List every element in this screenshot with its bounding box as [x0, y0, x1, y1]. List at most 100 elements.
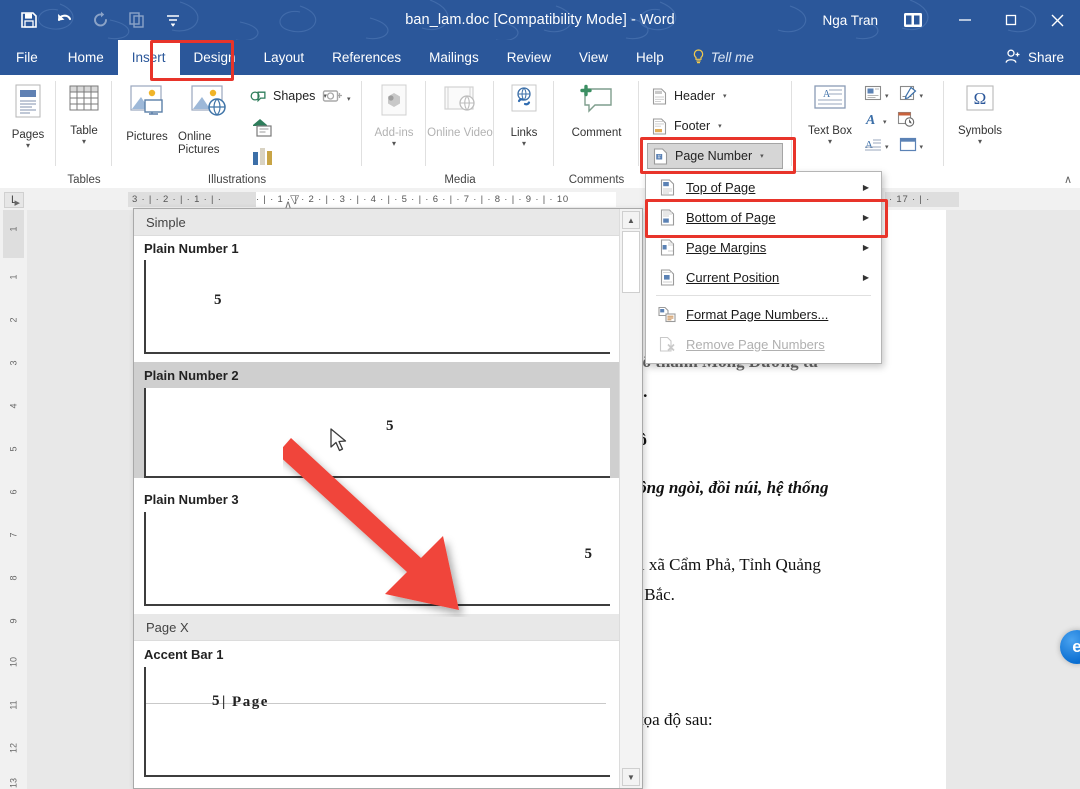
preview-page-number: 5 [584, 546, 593, 562]
text-box-button[interactable]: A Text Box ▾ [802, 75, 858, 146]
menu-item-bottom-of-page[interactable]: Bottom of Page ▶ [646, 202, 881, 232]
page-number-button[interactable]: # Page Number ▾ [647, 143, 783, 169]
submenu-arrow-icon: ▶ [862, 212, 869, 222]
add-ins-caret-icon[interactable]: ▾ [392, 140, 396, 148]
gallery-item-preview: 5 [144, 260, 610, 354]
menu-item-page-margins[interactable]: Page Margins ▶ [646, 232, 881, 262]
tell-me-box[interactable]: Tell me [678, 40, 768, 75]
page-number-caret-icon[interactable]: ▾ [760, 152, 764, 160]
preview-page-number: 5 [386, 418, 394, 434]
menu-item-top-of-page[interactable]: Top of Page ▶ [646, 172, 881, 202]
ribbon-display-options-icon[interactable] [896, 0, 930, 40]
close-button[interactable] [1034, 0, 1080, 40]
quick-parts-caret-icon[interactable]: ▾ [885, 92, 889, 100]
share-label: Share [1027, 50, 1064, 65]
gallery-item-plain-number-3[interactable]: Plain Number 3 5 [134, 486, 620, 606]
quick-parts-button[interactable]: ▾ [864, 85, 889, 106]
icons-button[interactable] [246, 113, 327, 143]
lightbulb-icon [692, 48, 705, 67]
tab-help[interactable]: Help [622, 40, 678, 75]
share-button[interactable]: Share [997, 49, 1080, 67]
chart-button[interactable] [246, 143, 327, 169]
gallery-item-plain-number-1[interactable]: Plain Number 1 5 [134, 236, 620, 354]
tab-home[interactable]: Home [54, 40, 118, 75]
document-line: , sông ngòi, đồi núi, hệ thống [623, 478, 829, 497]
remove-page-numbers-icon [656, 335, 678, 354]
drop-cap-button[interactable]: A ▾ [864, 137, 889, 157]
online-video-button[interactable]: Online Video [426, 75, 494, 140]
tab-review[interactable]: Review [493, 40, 565, 75]
pictures-button[interactable]: Pictures [118, 75, 176, 144]
tab-references[interactable]: References [318, 40, 415, 75]
collapse-ribbon-button[interactable]: ∧ [1064, 173, 1072, 186]
object-button[interactable]: ▾ [899, 137, 924, 157]
links-caret-icon[interactable]: ▾ [522, 140, 526, 148]
page-number-icon: # [652, 147, 669, 165]
add-ins-button[interactable]: Add-ins ▾ [362, 75, 426, 148]
date-time-button[interactable] [897, 111, 915, 132]
table-button[interactable]: Table ▾ [56, 75, 112, 146]
minimize-button[interactable] [942, 0, 988, 40]
gallery-item-plain-number-2[interactable]: Plain Number 2 5 [134, 362, 620, 478]
tab-layout[interactable]: Layout [250, 40, 319, 75]
tab-mailings[interactable]: Mailings [415, 40, 493, 75]
gallery-item-label: Accent Bar 1 [144, 646, 224, 662]
menu-item-current-position[interactable]: Current Position ▶ [646, 262, 881, 292]
gallery-item-preview: 5 [144, 512, 610, 606]
screenshot-button[interactable]: ▾ [322, 87, 351, 110]
footer-button[interactable]: Footer ▾ [647, 113, 787, 139]
pages-caret-icon[interactable]: ▾ [26, 142, 30, 150]
page-number-gallery[interactable]: Simple Plain Number 1 5 Plain Number 2 5… [133, 208, 643, 789]
ribbon-group-addins: Add-ins ▾ [362, 75, 426, 188]
menu-item-format-page-numbers[interactable]: Format Page Numbers... [646, 299, 881, 329]
symbols-button[interactable]: Ω Symbols ▾ [944, 75, 1016, 146]
gallery-item-accent-bar-1[interactable]: Accent Bar 1 5 | Page [134, 641, 620, 777]
ruler-right-ticks: · 17 · | · [889, 194, 931, 205]
screenshot-caret-icon[interactable]: ▾ [347, 95, 351, 103]
online-pictures-icon [187, 83, 231, 128]
ribbon-group-pages: Pages ▾ [0, 75, 56, 188]
signature-caret-icon[interactable]: ▾ [920, 92, 924, 100]
ruler-left-ticks: 3 · | · 2 · | · 1 · | · [132, 194, 222, 205]
menu-item-remove-page-numbers[interactable]: Remove Page Numbers [646, 329, 881, 359]
comment-button[interactable]: Comment [554, 75, 639, 140]
tab-design[interactable]: Design [180, 40, 250, 75]
document-right-gutter [946, 210, 1080, 789]
object-caret-icon[interactable]: ▾ [920, 143, 924, 151]
wordart-caret-icon[interactable]: ▾ [883, 118, 887, 126]
gallery-scrollbar-thumb[interactable] [622, 231, 640, 293]
share-person-icon [1005, 49, 1022, 67]
shapes-label: Shapes [273, 89, 316, 103]
comments-group-label: Comments [568, 174, 625, 186]
pages-button[interactable]: Pages ▾ [0, 75, 56, 150]
ruler-right-arrow-icon[interactable]: ▸ [14, 196, 20, 209]
header-button[interactable]: Header ▾ [647, 83, 787, 109]
links-button[interactable]: Links ▾ [494, 75, 554, 148]
header-caret-icon[interactable]: ▾ [723, 92, 727, 100]
gallery-scroll-up-button[interactable]: ▲ [622, 211, 640, 229]
tab-file[interactable]: File [0, 40, 54, 75]
shapes-button[interactable]: Shapes ▾ [246, 83, 327, 109]
user-account-name[interactable]: Nga Tran [822, 13, 878, 28]
preview-page-number: 5 [214, 292, 222, 308]
tab-view[interactable]: View [565, 40, 622, 75]
text-box-caret-icon[interactable]: ▾ [828, 138, 832, 146]
restore-button[interactable] [988, 0, 1034, 40]
signature-line-button[interactable]: ▾ [899, 85, 924, 106]
page-number-dropdown-menu[interactable]: Top of Page ▶ Bottom of Page ▶ Page Marg… [645, 171, 882, 364]
wordart-button[interactable]: A ▾ [864, 111, 887, 132]
gallery-scroll-down-button[interactable]: ▼ [622, 768, 640, 786]
online-video-icon [440, 83, 480, 124]
symbols-caret-icon[interactable]: ▾ [978, 138, 982, 146]
tab-insert[interactable]: Insert [117, 40, 180, 75]
gallery-scrollbar[interactable]: ▲ ▼ [619, 209, 642, 788]
table-caret-icon[interactable]: ▾ [82, 138, 86, 146]
indent-marker-hanging-icon[interactable]: ▽ [290, 192, 299, 206]
vertical-ruler[interactable]: 1 1 2 3 4 5 6 7 8 9 10 11 12 13 [0, 210, 28, 789]
online-pictures-button[interactable]: Online Pictures [178, 75, 240, 158]
footer-caret-icon[interactable]: ▾ [718, 122, 722, 130]
wordart-icon: A [864, 111, 880, 132]
drop-cap-caret-icon[interactable]: ▾ [885, 143, 889, 151]
icons-icon [250, 115, 276, 141]
ribbon-group-tables: Table ▾ Tables [56, 75, 112, 188]
